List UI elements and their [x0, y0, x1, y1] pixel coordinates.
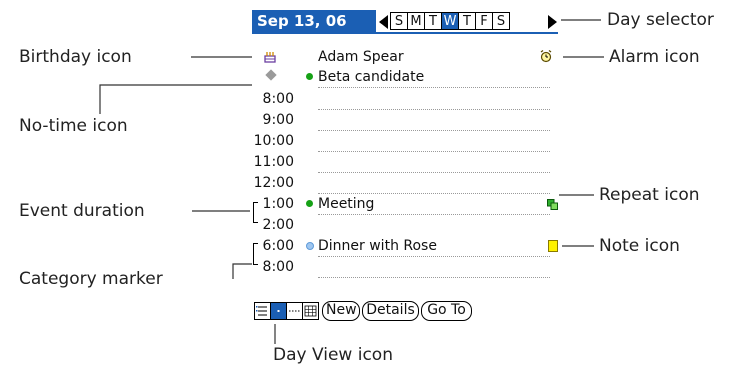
- time-label: 12:00: [253, 175, 294, 191]
- callout-birthday-icon: Birthday icon: [19, 47, 132, 67]
- time-label: 11:00: [253, 154, 294, 170]
- time-row[interactable]: 6:00 Dinner with Rose: [252, 236, 558, 257]
- time-label: 8:00: [262, 259, 294, 275]
- event-slot[interactable]: [318, 131, 550, 152]
- repeat-icon: [547, 199, 558, 210]
- callout-event-duration: Event duration: [19, 201, 145, 221]
- go-to-button[interactable]: Go To: [421, 301, 472, 321]
- day-button-wed[interactable]: W: [441, 12, 459, 30]
- day-button-fri[interactable]: F: [475, 12, 493, 30]
- previous-week-arrow-icon[interactable]: [379, 15, 388, 29]
- callout-alarm-icon: Alarm icon: [609, 47, 700, 67]
- event-slot[interactable]: Meeting: [318, 194, 550, 215]
- callout-day-selector: Day selector: [607, 10, 714, 30]
- bottom-toolbar: New Details Go To: [252, 299, 558, 323]
- time-label: 2:00: [262, 217, 294, 233]
- day-selector: S M T W T F S: [390, 12, 510, 30]
- event-title: Beta candidate: [318, 69, 425, 85]
- event-slot[interactable]: [318, 152, 550, 173]
- untimed-event-row[interactable]: Adam Spear: [252, 47, 558, 68]
- time-row[interactable]: 8:00: [252, 257, 558, 278]
- details-button[interactable]: Details: [362, 301, 419, 321]
- time-row[interactable]: 12:00: [252, 173, 558, 194]
- next-week-arrow-icon[interactable]: [548, 15, 557, 29]
- event-slot[interactable]: Dinner with Rose: [318, 236, 550, 257]
- event-slot[interactable]: Adam Spear: [318, 47, 550, 67]
- event-slot[interactable]: [318, 257, 550, 278]
- day-button-sat[interactable]: S: [492, 12, 510, 30]
- birthday-icon: [264, 52, 276, 63]
- event-title: Adam Spear: [318, 49, 404, 65]
- callout-no-time-icon: No-time icon: [19, 116, 128, 136]
- time-label: 1:00: [262, 196, 294, 212]
- category-marker: [306, 73, 313, 80]
- event-title: Meeting: [318, 196, 375, 212]
- alarm-icon: [540, 49, 552, 63]
- time-label: 8:00: [262, 91, 294, 107]
- time-label: 9:00: [262, 112, 294, 128]
- time-row[interactable]: 2:00: [252, 215, 558, 236]
- callout-note-icon: Note icon: [599, 236, 680, 256]
- day-button-sun[interactable]: S: [390, 12, 408, 30]
- day-button-tue[interactable]: T: [424, 12, 442, 30]
- day-button-thu[interactable]: T: [458, 12, 476, 30]
- week-view-icon[interactable]: [286, 302, 303, 320]
- category-marker: [306, 200, 313, 207]
- time-row[interactable]: 11:00: [252, 152, 558, 173]
- header-underline: [252, 32, 558, 34]
- time-row[interactable]: 8:00: [252, 89, 558, 110]
- callout-category-marker: Category marker: [19, 269, 163, 289]
- event-slot[interactable]: [318, 110, 550, 131]
- event-title: Dinner with Rose: [318, 238, 437, 254]
- callout-repeat-icon: Repeat icon: [599, 185, 700, 205]
- month-view-icon[interactable]: [302, 302, 319, 320]
- event-slot[interactable]: [318, 89, 550, 110]
- time-row[interactable]: 1:00 Meeting: [252, 194, 558, 215]
- agenda-view-icon[interactable]: [254, 302, 271, 320]
- note-icon: [548, 240, 558, 252]
- day-button-mon[interactable]: M: [407, 12, 425, 30]
- callout-day-view-icon: Day View icon: [273, 345, 393, 365]
- no-time-icon: [265, 69, 277, 81]
- untimed-event-row[interactable]: Beta candidate: [252, 67, 558, 88]
- time-row[interactable]: 9:00: [252, 110, 558, 131]
- time-row[interactable]: 10:00: [252, 131, 558, 152]
- event-slot[interactable]: Beta candidate: [318, 67, 550, 88]
- day-view-icon[interactable]: [270, 302, 287, 320]
- time-label: 10:00: [253, 133, 294, 149]
- calendar-day-view: Sep 13, 06 S M T W T F S Adam Spear Beta…: [252, 10, 558, 323]
- date-title[interactable]: Sep 13, 06: [252, 10, 376, 32]
- time-label: 6:00: [262, 238, 294, 254]
- new-button[interactable]: New: [322, 301, 360, 321]
- category-marker: [306, 242, 314, 250]
- event-slot[interactable]: [318, 173, 550, 194]
